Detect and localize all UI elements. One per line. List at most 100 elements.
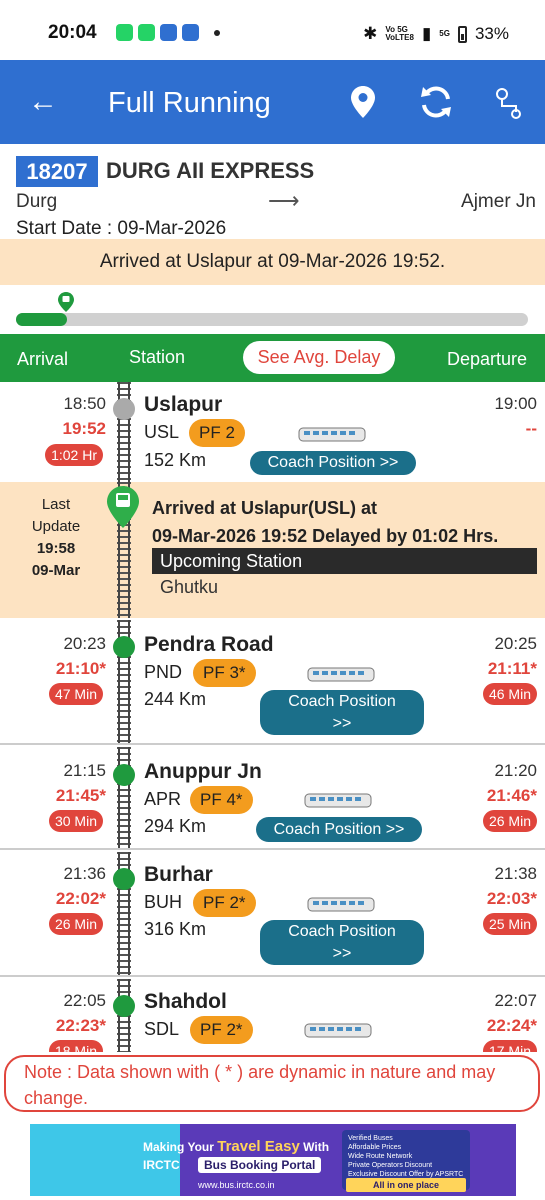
departure-scheduled: 21:20 [494,761,537,780]
arrival-actual: 22:23* [55,1016,106,1035]
row-divider [0,743,545,745]
station-column-label: Station [129,347,186,367]
arrival-message-line2: 09-Mar-2026 19:52 Delayed by 01:02 Hrs. [152,526,499,546]
ad-feature: Affordable Prices [348,1144,402,1151]
departure-scheduled: 21:38 [494,864,537,883]
train-name: DURG AII EXPRESS [106,158,315,183]
coach-train-icon [307,667,375,682]
back-arrow-icon[interactable]: ← [28,87,58,117]
status-right: ✱ Vo 5G VoLTE8 ▮ 5G 33% [363,24,509,44]
distance: 316 Km [144,919,207,939]
arrival-scheduled: 21:36 [63,864,106,883]
see-avg-delay-button[interactable]: See Avg. Delay [243,341,395,374]
row-divider [0,975,545,977]
ad-banner[interactable]: Making Your Travel Easy With IRCTC Bus B… [30,1124,516,1196]
arrived-banner: Arrived at Uslapur at 09-Mar-2026 19:52. [0,239,545,285]
current-train-pin-icon [107,486,139,528]
network-label-2: 5G [439,29,450,38]
notification-icons [116,24,220,41]
arrival-scheduled: 20:23 [63,634,106,653]
station-list[interactable]: 18:50 19:52 1:02 Hr Uslapur USL PF 2 152… [0,382,545,1052]
station-row[interactable]: 21:36 22:02* 26 Min Burhar BUH PF 2* 316… [0,852,545,977]
coach-train-icon [298,427,366,442]
coach-position-button[interactable]: Coach Position >> [250,451,416,475]
distance: 152 Km [144,450,207,470]
route-map-icon[interactable] [494,86,526,120]
source-station: Durg [16,191,58,212]
coach-position-button[interactable]: Coach Position >> [256,817,422,842]
station-dot-icon [113,398,135,420]
dynamic-data-note: Note : Data shown with ( * ) are dynamic… [4,1055,540,1112]
last-update-info: Last Update 19:58 09-Mar [12,494,100,582]
arrival-scheduled: 22:05 [63,991,106,1010]
train-position-pin-icon [58,292,74,312]
departure-actual: 21:11* [487,659,537,678]
ad-headline: Making Your Travel Easy With [143,1138,329,1155]
last-update-label1: Last [41,496,71,513]
station-row[interactable]: 18:50 19:52 1:02 Hr Uslapur USL PF 2 152… [0,382,545,482]
arrival-delay-badge: 30 Min [48,810,103,832]
ad-url: www.bus.irctc.co.in [198,1180,275,1190]
upcoming-station-name: Ghutku [160,577,219,597]
column-header: Arrival Station See Avg. Delay Departure [0,334,545,382]
train-number: 18207 [16,156,98,187]
platform-badge: PF 2 [189,419,245,447]
location-pin-icon[interactable] [350,85,376,119]
station-name: Uslapur [144,393,223,416]
coach-train-icon [304,1023,372,1038]
status-time: 20:04 [48,22,97,43]
platform-badge: PF 4* [190,786,253,814]
ad-feature: Wide Route Network [348,1153,413,1160]
route-arrow-icon: ⟶ [268,188,300,213]
signal-icon: ▮ [421,24,432,43]
station-name: Shahdol [144,990,227,1013]
upcoming-station-label: Upcoming Station [152,548,537,574]
station-dot-icon [113,636,135,658]
station-dot-icon [113,995,135,1017]
departure-delay-badge: 46 Min [482,683,537,705]
battery-icon [457,25,467,43]
whatsapp-icon [116,24,133,41]
coach-position-button[interactable]: Coach Position >> [260,920,424,965]
departure-delay-badge: 26 Min [482,810,537,832]
arrival-scheduled: 18:50 [63,394,106,413]
departure-scheduled: 22:07 [494,991,537,1010]
bluetooth-icon: ✱ [363,24,378,43]
distance: 294 Km [144,816,207,836]
arrival-actual: 22:02* [55,889,106,908]
battery-percent: 33% [474,24,509,43]
station-row[interactable]: 22:05 22:23* 18 Min Shahdol SDL PF 2* 22… [0,979,545,1052]
arrival-actual: 21:10* [55,659,106,678]
arrival-delay-badge: 1:02 Hr [45,444,103,466]
platform-badge: PF 2* [193,889,256,917]
departure-actual: 21:46* [486,786,537,805]
station-dot-icon [113,868,135,890]
start-date: Start Date : 09-Mar-2026 [16,218,227,239]
arrival-message-line1: Arrived at Uslapur(USL) at [152,498,378,518]
journey-progress-bar [16,313,528,326]
arrival-message: Arrived at Uslapur(USL) at 09-Mar-2026 1… [152,494,498,550]
station-row[interactable]: 20:23 21:10* 47 Min Pendra Road PND PF 3… [0,620,545,745]
rail-track [117,747,131,850]
station-dot-icon [113,764,135,786]
arrival-delay-badge: 26 Min [48,913,103,935]
station-name: Anuppur Jn [144,760,262,783]
departure-scheduled: 20:25 [494,634,537,653]
ad-feature: Private Operators Discount [348,1162,433,1169]
status-bar: 20:04 ✱ Vo 5G VoLTE8 ▮ 5G 33% [0,0,545,60]
station-row[interactable]: 21:15 21:45* 30 Min Anuppur Jn APR PF 4*… [0,747,545,850]
last-update-panel: Last Update 19:58 09-Mar Arrived at Usla… [0,482,545,618]
arrival-column-label: Arrival [17,349,69,369]
station-code: APR [144,789,182,809]
departure-actual: 22:03* [486,889,537,908]
refresh-icon[interactable] [418,84,454,120]
departure-delay-badge: 25 Min [482,913,537,935]
ad-headline-b: Travel Easy [217,1138,300,1155]
arrival-actual: 19:52 [62,419,106,438]
journey-progress-fill [16,313,68,326]
platform-badge: PF 2* [190,1016,253,1044]
coach-position-button[interactable]: Coach Position >> [260,690,424,735]
last-update-label2: Update [31,518,81,535]
station-name: Pendra Road [144,633,274,656]
network-label: Vo 5G VoLTE8 [385,25,414,42]
